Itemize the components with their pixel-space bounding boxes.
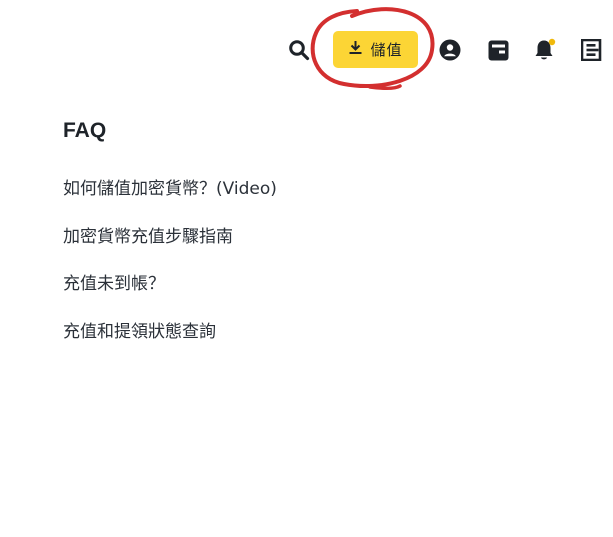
faq-item-status-query[interactable]: 充值和提領狀態查詢 <box>63 320 583 344</box>
wallet-icon[interactable] <box>483 35 513 65</box>
faq-section: FAQ 如何儲值加密貨幣？(Video) 加密貨幣充值步驟指南 充值未到帳？ 充… <box>63 117 583 367</box>
faq-title: FAQ <box>63 119 107 142</box>
top-bar: 儲值 <box>0 0 613 100</box>
faq-list: 如何儲值加密貨幣？(Video) 加密貨幣充值步驟指南 充值未到帳？ 充值和提領… <box>63 177 583 344</box>
faq-item-not-credited[interactable]: 充值未到帳？ <box>63 272 583 296</box>
faq-item-video[interactable]: 如何儲值加密貨幣？(Video) <box>63 177 583 201</box>
menu-icon[interactable] <box>577 35 607 65</box>
deposit-button[interactable]: 儲值 <box>333 31 418 68</box>
search-icon[interactable] <box>284 35 314 65</box>
download-icon <box>348 40 363 59</box>
deposit-label: 儲值 <box>370 41 403 59</box>
bell-icon[interactable] <box>530 35 560 65</box>
user-icon[interactable] <box>435 35 465 65</box>
notification-dot <box>548 38 556 46</box>
faq-item-deposit-guide[interactable]: 加密貨幣充值步驟指南 <box>63 225 583 249</box>
